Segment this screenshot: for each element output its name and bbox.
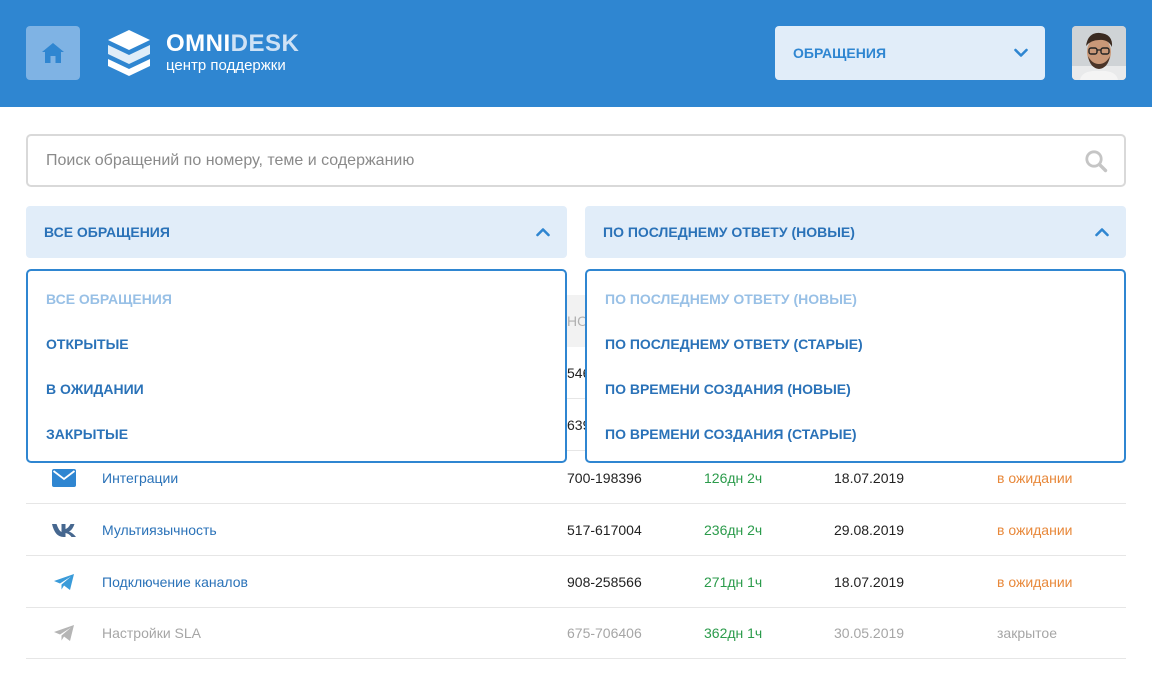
home-icon	[42, 43, 64, 63]
ticket-title[interactable]: Мультиязычность	[102, 504, 217, 556]
search-icon[interactable]	[1084, 149, 1108, 173]
user-avatar[interactable]	[1072, 26, 1126, 80]
avatar-image	[1072, 26, 1126, 80]
status-filter-label: ВСЕ ОБРАЩЕНИЯ	[44, 224, 170, 240]
ticket-number: 517-617004	[567, 522, 642, 538]
ticket-age: 236дн 2ч	[704, 522, 763, 538]
status-option-closed[interactable]: ЗАКРЫТЫЕ	[28, 412, 565, 457]
section-select[interactable]: ОБРАЩЕНИЯ	[775, 26, 1045, 80]
table-row[interactable]: Подключение каналов 908-258566 271дн 1ч …	[26, 556, 1126, 608]
sort-option-last-reply-new[interactable]: ПО ПОСЛЕДНЕМУ ОТВЕТУ (НОВЫЕ)	[587, 277, 1124, 322]
chevron-down-icon	[1014, 48, 1028, 57]
section-select-label: ОБРАЩЕНИЯ	[793, 45, 887, 61]
sort-option-created-old[interactable]: ПО ВРЕМЕНИ СОЗДАНИЯ (СТАРЫЕ)	[587, 412, 1124, 457]
ticket-title[interactable]: Подключение каналов	[102, 556, 248, 608]
sort-filter[interactable]: ПО ПОСЛЕДНЕМУ ОТВЕТУ (НОВЫЕ)	[585, 206, 1126, 258]
status-dropdown: ВСЕ ОБРАЩЕНИЯ ОТКРЫТЫЕ В ОЖИДАНИИ ЗАКРЫТ…	[26, 269, 567, 463]
ticket-age: 362дн 1ч	[704, 625, 763, 641]
table-row[interactable]: Настройки SLA 675-706406 362дн 1ч 30.05.…	[26, 607, 1126, 659]
ticket-status: в ожидании	[997, 574, 1073, 590]
ticket-number: 675-706406	[567, 625, 642, 641]
search-box	[26, 134, 1126, 187]
telegram-icon	[54, 574, 74, 590]
chevron-up-icon	[536, 228, 550, 237]
table-row[interactable]: Мультиязычность 517-617004 236дн 2ч 29.0…	[26, 504, 1126, 556]
omnidesk-logo[interactable]: OMNIDESK центр поддержки	[106, 27, 299, 79]
ticket-status: закрытое	[997, 625, 1058, 641]
logo-subtitle: центр поддержки	[166, 56, 286, 74]
ticket-date: 18.07.2019	[834, 574, 905, 590]
sort-option-created-new[interactable]: ПО ВРЕМЕНИ СОЗДАНИЯ (НОВЫЕ)	[587, 367, 1124, 412]
sort-option-last-reply-old[interactable]: ПО ПОСЛЕДНЕМУ ОТВЕТУ (СТАРЫЕ)	[587, 322, 1124, 367]
telegram-icon	[54, 625, 74, 641]
ticket-title[interactable]: Настройки SLA	[102, 607, 201, 659]
status-option-pending[interactable]: В ОЖИДАНИИ	[28, 367, 565, 412]
ticket-date: 30.05.2019	[834, 625, 905, 641]
chevron-up-icon	[1095, 228, 1109, 237]
vk-icon	[52, 524, 76, 537]
logo-name: OMNIDESK	[166, 29, 300, 57]
logo-cube-icon	[108, 30, 150, 76]
status-option-all[interactable]: ВСЕ ОБРАЩЕНИЯ	[28, 277, 565, 322]
ticket-age: 271дн 1ч	[704, 574, 763, 590]
top-header: OMNIDESK центр поддержки ОБРАЩЕНИЯ	[0, 0, 1152, 107]
ticket-number: 908-258566	[567, 574, 642, 590]
status-filter[interactable]: ВСЕ ОБРАЩЕНИЯ	[26, 206, 567, 258]
sort-dropdown: ПО ПОСЛЕДНЕМУ ОТВЕТУ (НОВЫЕ) ПО ПОСЛЕДНЕ…	[585, 269, 1126, 463]
envelope-icon	[52, 469, 76, 487]
ticket-date: 29.08.2019	[834, 522, 905, 538]
home-button[interactable]	[26, 26, 80, 80]
search-input[interactable]	[28, 136, 1028, 185]
sort-filter-label: ПО ПОСЛЕДНЕМУ ОТВЕТУ (НОВЫЕ)	[603, 224, 855, 240]
status-option-open[interactable]: ОТКРЫТЫЕ	[28, 322, 565, 367]
ticket-status: в ожидании	[997, 522, 1073, 538]
